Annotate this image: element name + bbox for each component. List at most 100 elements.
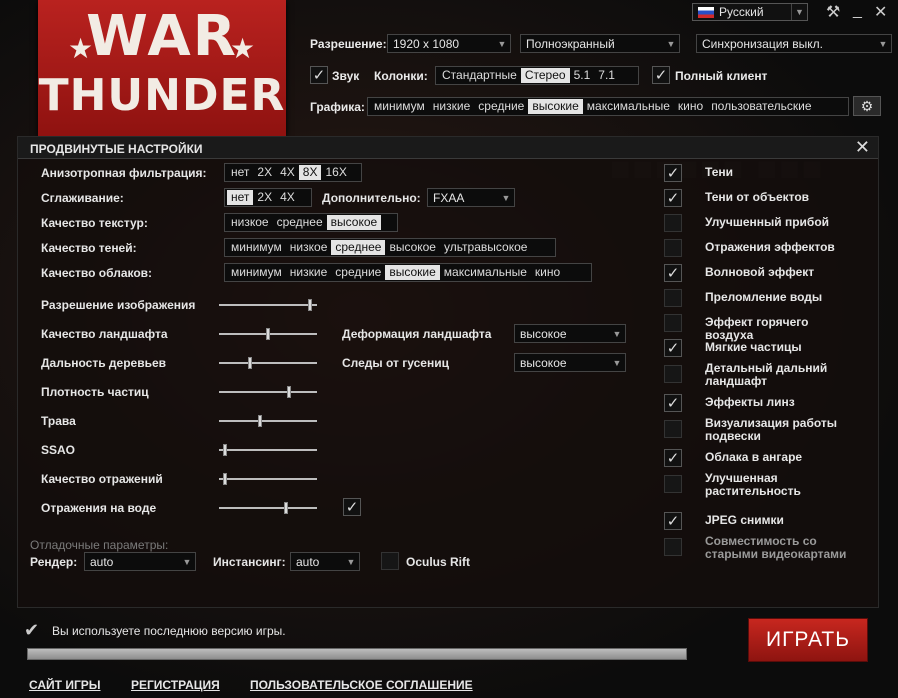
slider-thumb[interactable] xyxy=(284,502,288,514)
texture-quality-selector[interactable]: низкое среднее высокое xyxy=(224,213,398,232)
option-checkbox[interactable]: ✓ xyxy=(664,264,682,282)
speakers-option[interactable]: 5.1 xyxy=(570,68,595,83)
vsync-select[interactable]: Синхронизация выкл. ▼ xyxy=(696,34,892,53)
option-checkbox[interactable]: ✓ xyxy=(664,512,682,530)
checkmark-icon: ✓ xyxy=(312,66,326,84)
aa-option[interactable]: 4X xyxy=(276,190,299,205)
shadow-quality-option[interactable]: низкое xyxy=(286,240,332,255)
aniso-selector[interactable]: нет 2X 4X 8X 16X xyxy=(224,163,362,182)
texture-quality-option[interactable]: высокое xyxy=(326,215,382,230)
aa-label: Сглаживание: xyxy=(41,191,124,205)
aniso-option[interactable]: 2X xyxy=(253,165,276,180)
slider-thumb[interactable] xyxy=(248,357,252,369)
user-agreement-link[interactable]: ПОЛЬЗОВАТЕЛЬСКОЕ СОГЛАШЕНИЕ xyxy=(250,678,473,692)
setting-slider[interactable] xyxy=(219,357,317,369)
cloud-quality-option[interactable]: средние xyxy=(331,265,385,280)
setting-slider[interactable] xyxy=(219,415,317,427)
graphics-preset-option[interactable]: высокие xyxy=(528,99,583,114)
setting-slider[interactable] xyxy=(219,502,317,514)
graphics-preset-option[interactable]: минимум xyxy=(370,99,429,114)
close-panel-icon[interactable]: ✕ xyxy=(855,137,870,158)
option-checkbox[interactable]: ✓ xyxy=(664,449,682,467)
cloud-quality-option[interactable]: низкие xyxy=(286,265,331,280)
option-label: Тени xyxy=(705,165,734,179)
slider-track xyxy=(219,304,317,306)
setting-slider[interactable] xyxy=(219,299,317,311)
language-select[interactable]: Русский ▼ xyxy=(692,3,808,21)
render-select[interactable]: auto ▼ xyxy=(84,552,196,571)
option-checkbox[interactable]: ✓ xyxy=(664,164,682,182)
sound-label: Звук xyxy=(332,69,360,83)
option-checkbox[interactable] xyxy=(664,538,682,556)
graphics-preset-option[interactable]: кино xyxy=(674,99,707,114)
texture-quality-option[interactable]: среднее xyxy=(273,215,327,230)
option-checkbox[interactable] xyxy=(664,314,682,332)
cloud-quality-selector[interactable]: минимум низкие средние высокие максимальные к… xyxy=(224,263,592,282)
instancing-select[interactable]: auto ▼ xyxy=(290,552,360,571)
graphics-preset-option[interactable]: пользовательские xyxy=(707,99,815,114)
slider-thumb[interactable] xyxy=(223,473,227,485)
option-checkbox[interactable] xyxy=(664,239,682,257)
cloud-quality-option[interactable]: кино xyxy=(531,265,564,280)
tools-icon[interactable]: ⚒ xyxy=(826,2,840,22)
graphics-preset-selector[interactable]: минимум низкие средние высокие максимальные к… xyxy=(367,97,849,116)
resolution-select[interactable]: 1920 x 1080 ▼ xyxy=(387,34,511,53)
oculus-rift-checkbox[interactable] xyxy=(381,552,399,570)
option-checkbox[interactable] xyxy=(664,475,682,493)
slider-thumb[interactable] xyxy=(308,299,312,311)
aa-option[interactable]: 2X xyxy=(253,190,276,205)
slider-thumb[interactable] xyxy=(266,328,270,340)
option-checkbox[interactable] xyxy=(664,289,682,307)
option-checkbox[interactable]: ✓ xyxy=(664,189,682,207)
minimize-icon[interactable]: _ xyxy=(853,2,862,20)
close-icon[interactable]: ✕ xyxy=(874,2,887,22)
play-button[interactable]: ИГРАТЬ xyxy=(748,618,868,662)
registration-link[interactable]: РЕГИСТРАЦИЯ xyxy=(131,678,220,692)
shadow-quality-option[interactable]: ультравысокое xyxy=(440,240,531,255)
aniso-option[interactable]: 4X xyxy=(276,165,299,180)
option-checkbox[interactable] xyxy=(664,214,682,232)
terrain-deformation-select[interactable]: высокое ▼ xyxy=(514,324,626,343)
shadow-quality-option[interactable]: среднее xyxy=(331,240,386,255)
aniso-option[interactable]: 16X xyxy=(321,165,350,180)
speakers-option[interactable]: Стандартные xyxy=(438,68,521,83)
option-checkbox[interactable]: ✓ xyxy=(664,339,682,357)
option-checkbox[interactable] xyxy=(664,420,682,438)
display-mode-select[interactable]: Полноэкранный ▼ xyxy=(520,34,680,53)
resolution-label: Разрешение: xyxy=(310,37,387,51)
texture-quality-option[interactable]: низкое xyxy=(227,215,273,230)
language-value: Русский xyxy=(719,5,764,19)
cloud-quality-option[interactable]: высокие xyxy=(385,265,440,280)
gear-icon[interactable]: ⚙ xyxy=(853,96,881,116)
track-marks-select[interactable]: высокое ▼ xyxy=(514,353,626,372)
water-reflections-checkbox[interactable]: ✓ xyxy=(343,498,361,516)
setting-slider[interactable] xyxy=(219,328,317,340)
graphics-preset-option[interactable]: средние xyxy=(474,99,528,114)
shadow-quality-option[interactable]: высокое xyxy=(385,240,440,255)
graphics-preset-option[interactable]: максимальные xyxy=(583,99,674,114)
aniso-option[interactable]: нет xyxy=(227,165,253,180)
setting-slider[interactable] xyxy=(219,386,317,398)
setting-slider[interactable] xyxy=(219,444,317,456)
slider-thumb[interactable] xyxy=(287,386,291,398)
aniso-option[interactable]: 8X xyxy=(298,165,322,180)
game-site-link[interactable]: САЙТ ИГРЫ xyxy=(29,678,101,692)
aa-selector[interactable]: нет 2X 4X xyxy=(224,188,312,207)
cloud-quality-option[interactable]: минимум xyxy=(227,265,286,280)
option-checkbox[interactable]: ✓ xyxy=(664,394,682,412)
setting-slider[interactable] xyxy=(219,473,317,485)
extra-aa-select[interactable]: FXAA ▼ xyxy=(427,188,515,207)
speakers-option[interactable]: Стерео xyxy=(520,68,570,83)
graphics-preset-option[interactable]: низкие xyxy=(429,99,474,114)
cloud-quality-option[interactable]: максимальные xyxy=(440,265,531,280)
full-client-checkbox[interactable]: ✓ xyxy=(652,66,670,84)
speakers-option[interactable]: 7.1 xyxy=(594,68,619,83)
aa-option[interactable]: нет xyxy=(227,190,254,205)
sound-checkbox[interactable]: ✓ xyxy=(310,66,328,84)
option-checkbox[interactable] xyxy=(664,365,682,383)
shadow-quality-selector[interactable]: минимум низкое среднее высокое ультравысокое xyxy=(224,238,556,257)
shadow-quality-option[interactable]: минимум xyxy=(227,240,286,255)
speakers-selector[interactable]: Стандартные Стерео 5.1 7.1 xyxy=(435,66,639,85)
slider-thumb[interactable] xyxy=(258,415,262,427)
slider-thumb[interactable] xyxy=(223,444,227,456)
